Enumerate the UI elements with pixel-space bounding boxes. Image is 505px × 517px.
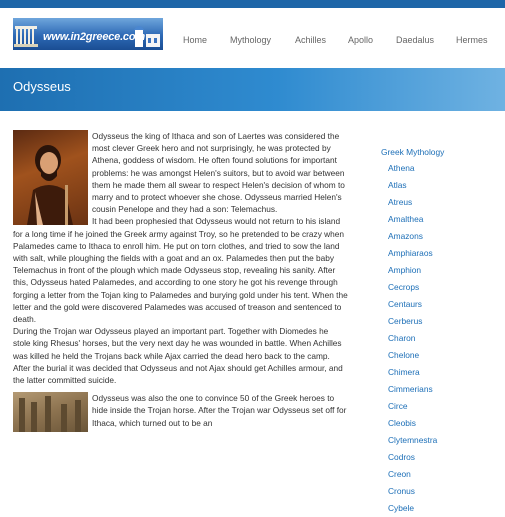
sidebar-item-amphiaraos[interactable]: Amphiaraos	[381, 245, 501, 262]
sidebar-item-cimmerians[interactable]: Cimmerians	[381, 381, 501, 398]
odysseus-portrait-image	[13, 130, 88, 225]
sidebar-item-creon[interactable]: Creon	[381, 466, 501, 483]
logo-text: www.in2greece.com	[43, 31, 145, 43]
sidebar-item-chelone[interactable]: Chelone	[381, 347, 501, 364]
nav-daedalus[interactable]: Daedalus	[396, 35, 434, 45]
sidebar-item-amazons[interactable]: Amazons	[381, 228, 501, 245]
sidebar-item-cybele[interactable]: Cybele	[381, 500, 501, 517]
sidebar-list: Athena Atlas Atreus Amalthea Amazons Amp…	[381, 160, 501, 517]
nav-home[interactable]: Home	[183, 35, 207, 45]
nav-hermes[interactable]: Hermes	[456, 35, 488, 45]
nav-achilles[interactable]: Achilles	[295, 35, 326, 45]
sidebar-item-cerberus[interactable]: Cerberus	[381, 313, 501, 330]
sidebar-item-athena[interactable]: Athena	[381, 160, 501, 177]
article: Odysseus the king of Ithaca and son of L…	[13, 130, 348, 433]
article-paragraph: During the Trojan war Odysseus played an…	[13, 326, 343, 386]
sidebar-item-charon[interactable]: Charon	[381, 330, 501, 347]
sidebar-item-atlas[interactable]: Atlas	[381, 177, 501, 194]
sidebar-item-centaurs[interactable]: Centaurs	[381, 296, 501, 313]
page-title: Odysseus	[13, 79, 71, 94]
sidebar-item-cleobis[interactable]: Cleobis	[381, 415, 501, 432]
sidebar-item-amphion[interactable]: Amphion	[381, 262, 501, 279]
sidebar: Greek Mythology Athena Atlas Atreus Amal…	[381, 147, 501, 517]
sidebar-item-amalthea[interactable]: Amalthea	[381, 211, 501, 228]
title-banner	[0, 68, 505, 111]
sidebar-item-cecrops[interactable]: Cecrops	[381, 279, 501, 296]
site-logo[interactable]: www.in2greece.com	[13, 18, 163, 50]
nav-apollo[interactable]: Apollo	[348, 35, 373, 45]
top-stripe	[0, 0, 505, 8]
sidebar-title-link[interactable]: Greek Mythology	[381, 147, 501, 157]
sidebar-item-chimera[interactable]: Chimera	[381, 364, 501, 381]
article-paragraph: It had been prophesied that Odysseus wou…	[13, 216, 348, 325]
sidebar-item-circe[interactable]: Circe	[381, 398, 501, 415]
sidebar-item-atreus[interactable]: Atreus	[381, 194, 501, 211]
nav-mythology[interactable]: Mythology	[230, 35, 271, 45]
sidebar-item-cronus[interactable]: Cronus	[381, 483, 501, 500]
sidebar-item-codros[interactable]: Codros	[381, 449, 501, 466]
trojan-horse-relief-image	[13, 392, 88, 433]
sidebar-item-clytemnestra[interactable]: Clytemnestra	[381, 432, 501, 449]
